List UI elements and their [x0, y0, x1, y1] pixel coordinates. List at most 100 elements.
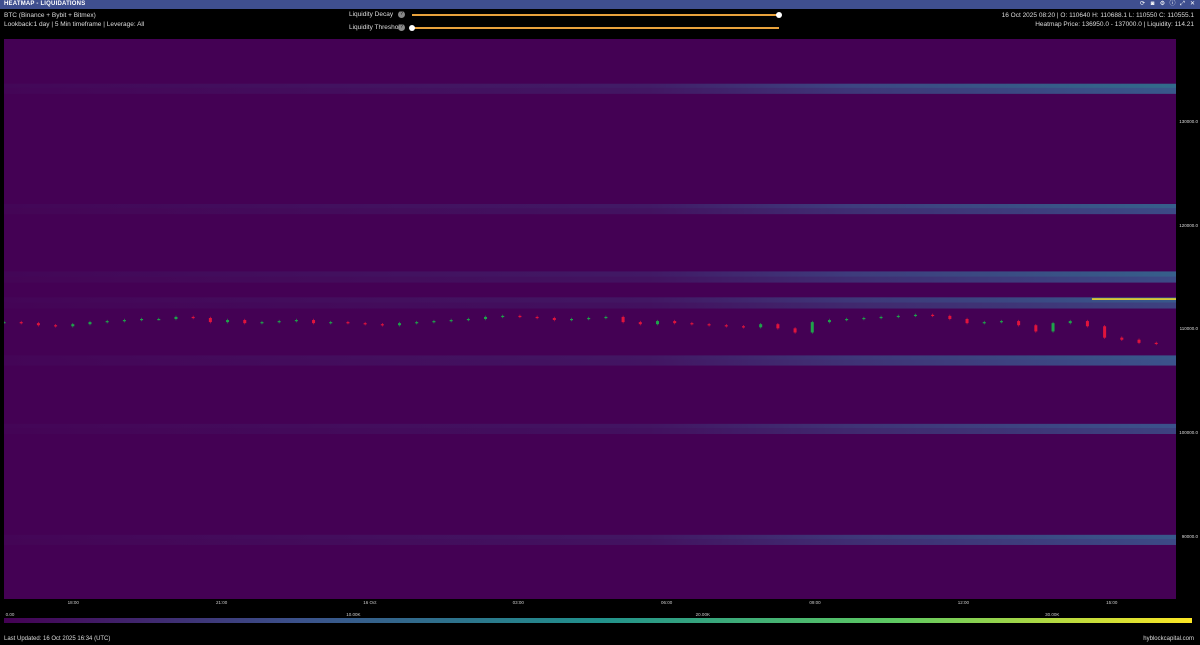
candle	[449, 320, 453, 322]
candle	[896, 315, 900, 318]
colorbar-label: 30.00K	[1045, 612, 1060, 617]
candle	[845, 319, 849, 321]
candle	[965, 319, 969, 324]
symbol-info: BTC (Binance + Bybit + Bitmex) Lookback:…	[4, 11, 144, 29]
liquidity-band	[4, 428, 1176, 434]
candle	[552, 317, 556, 321]
settings-icon[interactable]: ⚙	[1159, 1, 1166, 8]
candle	[54, 325, 58, 327]
time-tick: 03:00	[512, 600, 524, 605]
time-tick: 06:00	[661, 600, 673, 605]
camera-icon[interactable]: ◙	[1149, 1, 1156, 8]
last-updated: Last Updated: 16 Oct 2025 16:34 (UTC)	[4, 636, 111, 642]
liquidity-band	[4, 208, 1176, 215]
candle	[570, 319, 574, 321]
candle	[432, 321, 436, 323]
close-icon[interactable]: ✕	[1189, 1, 1196, 8]
candle	[208, 317, 212, 323]
liquidity-decay-handle[interactable]	[776, 12, 782, 18]
candle	[999, 321, 1003, 323]
candle	[277, 321, 281, 323]
liquidity-decay-control: Liquidity Decay ?	[349, 10, 782, 19]
candle	[655, 321, 659, 325]
colorbar-label: 10.00K	[346, 612, 361, 617]
ohlc-label: 16 Oct 2025 08:20 | O: 110640 H: 110688.…	[1001, 12, 1194, 19]
candle	[535, 316, 539, 319]
candle	[1085, 321, 1089, 327]
price-tick: 120000.0	[1179, 222, 1198, 228]
candle	[346, 322, 350, 324]
help-icon[interactable]: ?	[398, 11, 405, 18]
candle	[931, 314, 935, 317]
refresh-icon[interactable]: ⟳	[1139, 1, 1146, 8]
liquidity-band	[4, 359, 1176, 366]
heatmap-price-label: Heatmap Price: 136950.0 - 137000.0 | Liq…	[1035, 21, 1194, 28]
expand-icon[interactable]: ⤢	[1179, 1, 1186, 8]
candle	[157, 319, 161, 321]
candle	[501, 315, 505, 318]
liquidity-colorbar	[4, 618, 1192, 623]
candle	[759, 324, 763, 328]
candle	[88, 322, 92, 325]
candle	[1120, 337, 1124, 340]
candle	[105, 321, 109, 323]
candle	[741, 326, 745, 328]
liquidity-threshold-handle[interactable]	[409, 25, 415, 31]
candle	[1068, 321, 1072, 324]
price-axis: 130000.0 120000.0 110000.0 100000.0 90000.0	[1176, 39, 1200, 599]
candle	[312, 320, 316, 324]
candle	[948, 315, 952, 319]
liquidity-band	[4, 297, 1176, 304]
candle	[1017, 321, 1021, 326]
price-tick: 90000.0	[1181, 533, 1198, 539]
candle	[380, 324, 384, 326]
params-label: Lookback:1 day | 5 Min timeframe | Lever…	[4, 21, 145, 28]
brand-link[interactable]: hyblockcapital.com	[1143, 636, 1194, 642]
liquidity-band	[4, 87, 1176, 94]
time-tick: 16 Oct	[363, 600, 377, 605]
candle	[827, 320, 831, 323]
candle	[243, 320, 247, 324]
candle	[707, 324, 711, 326]
candle	[1103, 326, 1107, 338]
candle	[122, 320, 126, 322]
candle	[1034, 325, 1038, 332]
liquidity-band	[4, 302, 1176, 309]
candle	[776, 324, 780, 329]
liquidation-heatmap-chart[interactable]	[4, 39, 1176, 599]
time-tick: 09:00	[809, 600, 821, 605]
time-tick: 18:00	[67, 600, 79, 605]
candle	[862, 317, 866, 320]
candle	[587, 317, 591, 320]
candle	[226, 320, 230, 323]
candle	[604, 316, 608, 319]
time-tick: 21:00	[215, 600, 228, 605]
liquidity-band	[4, 538, 1176, 545]
candle	[466, 319, 470, 321]
liquidity-decay-slider[interactable]	[412, 14, 779, 16]
time-axis: 18:00 21:00 16 Oct 03:00 06:00 09:00 12:00 15:0…	[4, 599, 1176, 607]
candle	[810, 322, 814, 333]
candle	[415, 322, 419, 324]
panel-titlebar: HEATMAP - LIQUIDATIONS ⟳ ◙ ⚙ ⓘ ⤢ ✕	[0, 0, 1200, 9]
colorbar-label: 20.00K	[695, 612, 710, 617]
candle	[484, 316, 488, 319]
candle	[191, 316, 195, 319]
liquidity-threshold-slider[interactable]	[412, 27, 779, 29]
help-icon[interactable]: ?	[398, 24, 405, 31]
ohlc-info: 16 Oct 2025 08:20 | O: 110640 H: 110688.…	[1002, 11, 1194, 29]
candle	[879, 316, 883, 319]
info-icon[interactable]: ⓘ	[1169, 1, 1176, 8]
liquidity-decay-label: Liquidity Decay	[349, 11, 394, 18]
price-tick: 100000.0	[1179, 430, 1198, 436]
candle	[690, 323, 694, 325]
colorbar-label: 0.00	[5, 612, 15, 617]
candle	[294, 320, 298, 322]
candle	[71, 324, 75, 327]
symbol-label: BTC (Binance + Bybit + Bitmex)	[4, 12, 96, 19]
time-tick: 15:00	[1106, 600, 1118, 605]
candle	[982, 322, 986, 324]
candle	[174, 316, 178, 319]
candle	[724, 325, 728, 327]
candle	[1051, 323, 1055, 332]
